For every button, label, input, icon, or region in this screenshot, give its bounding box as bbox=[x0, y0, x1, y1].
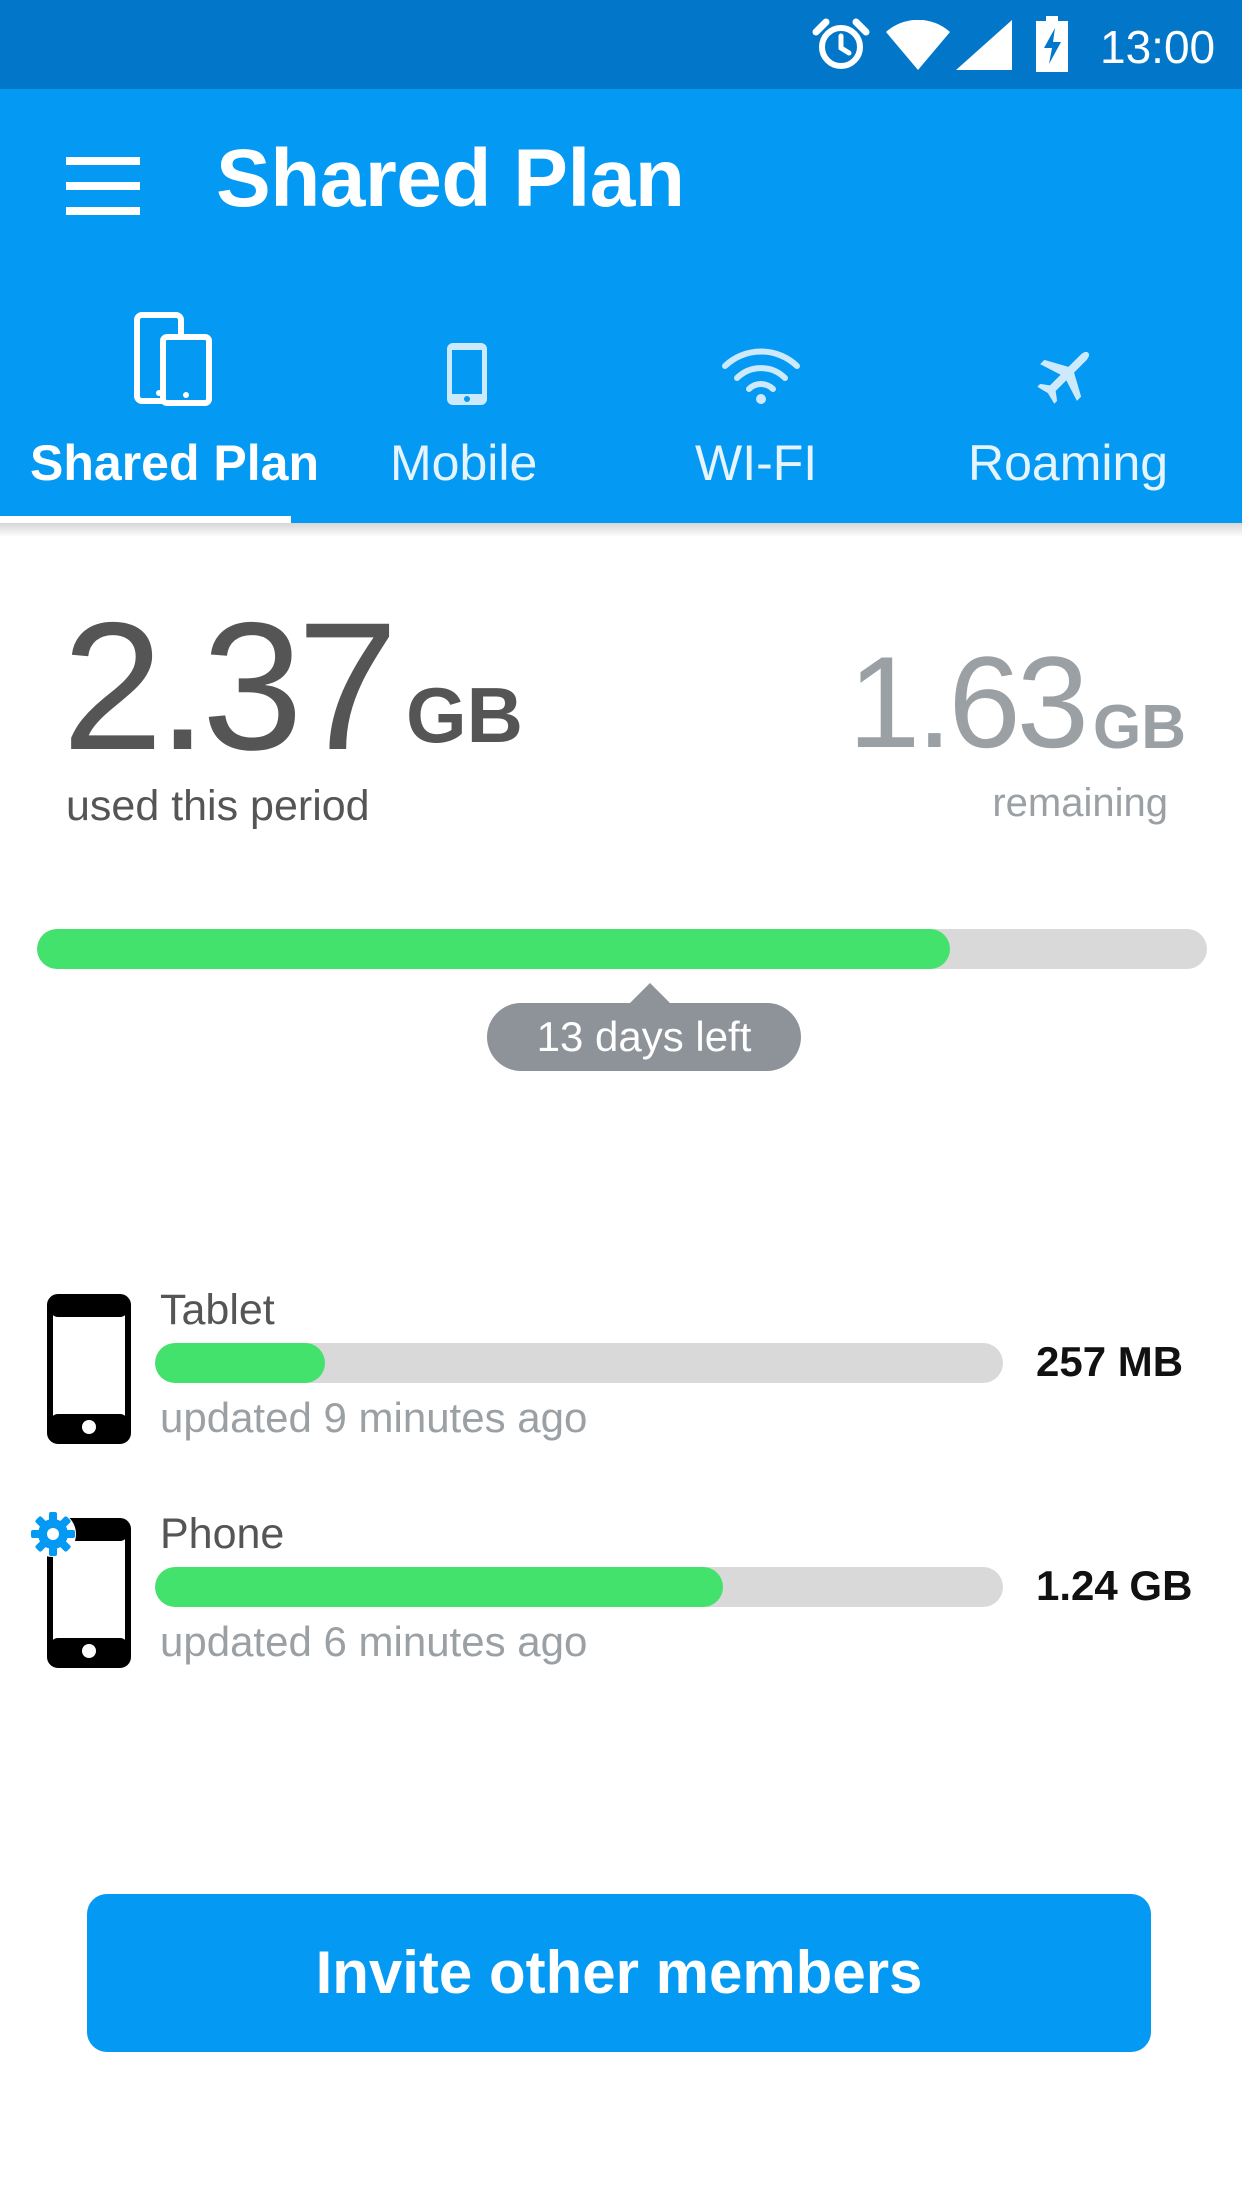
tab-mobile[interactable]: Mobile bbox=[345, 287, 590, 523]
status-bar: 13:00 bbox=[0, 0, 1242, 89]
days-left-tooltip-arrow bbox=[630, 983, 670, 1003]
used-data-value: 2.37 bbox=[62, 584, 398, 788]
invite-members-button[interactable]: Invite other members bbox=[87, 1894, 1151, 2052]
hamburger-menu-icon[interactable] bbox=[66, 157, 140, 215]
gear-icon[interactable] bbox=[28, 1509, 78, 1559]
active-tab-indicator bbox=[0, 516, 291, 523]
tab-label: Roaming bbox=[968, 435, 1169, 491]
plan-usage-progress-bar bbox=[37, 929, 1207, 969]
device-name: Tablet bbox=[160, 1286, 275, 1334]
smartphone-icon bbox=[447, 343, 487, 405]
device-usage-progress-fill bbox=[155, 1567, 724, 1607]
device-updated-time: updated 6 minutes ago bbox=[160, 1618, 588, 1665]
tab-roaming[interactable]: Roaming bbox=[910, 287, 1242, 523]
alarm-icon bbox=[812, 18, 870, 69]
device-updated-time: updated 9 minutes ago bbox=[160, 1394, 588, 1441]
plan-usage-progress-fill bbox=[37, 929, 950, 969]
devices-icon bbox=[134, 312, 212, 406]
tab-wifi[interactable]: WI-FI bbox=[590, 287, 910, 523]
wifi-icon bbox=[722, 348, 800, 404]
used-data-unit: GB bbox=[406, 671, 523, 759]
battery-charging-icon bbox=[1036, 16, 1068, 72]
device-usage-progress-bar bbox=[155, 1567, 1003, 1607]
device-name: Phone bbox=[160, 1510, 285, 1558]
tab-label: Shared Plan bbox=[30, 435, 319, 491]
signal-icon bbox=[956, 20, 1012, 70]
days-left-tooltip: 13 days left bbox=[487, 1003, 801, 1071]
device-usage-progress-fill bbox=[155, 1343, 325, 1383]
device-usage-amount: 257 MB bbox=[1036, 1338, 1184, 1385]
device-usage-progress-bar bbox=[155, 1343, 1003, 1383]
app-bar-shadow bbox=[0, 523, 1242, 537]
phone-outline-icon bbox=[47, 1294, 131, 1444]
device-row-tablet[interactable]: Tablet 257 MB updated 9 minutes ago bbox=[0, 1280, 1242, 1460]
page-title: Shared Plan bbox=[216, 133, 685, 224]
remaining-data-value: 1.63 bbox=[848, 629, 1089, 775]
tab-shared-plan[interactable]: Shared Plan bbox=[0, 287, 345, 523]
tab-label: WI-FI bbox=[695, 435, 818, 491]
tab-label: Mobile bbox=[390, 435, 538, 491]
used-data-caption: used this period bbox=[66, 782, 370, 830]
device-usage-amount: 1.24 GB bbox=[1036, 1562, 1193, 1609]
device-row-phone[interactable]: Phone 1.24 GB updated 6 minutes ago bbox=[0, 1504, 1242, 1684]
remaining-data-caption: remaining bbox=[992, 781, 1168, 825]
wifi-icon bbox=[886, 20, 950, 70]
airplane-icon bbox=[1037, 351, 1090, 404]
status-time: 13:00 bbox=[1100, 21, 1216, 73]
remaining-data-unit: GB bbox=[1093, 693, 1186, 762]
